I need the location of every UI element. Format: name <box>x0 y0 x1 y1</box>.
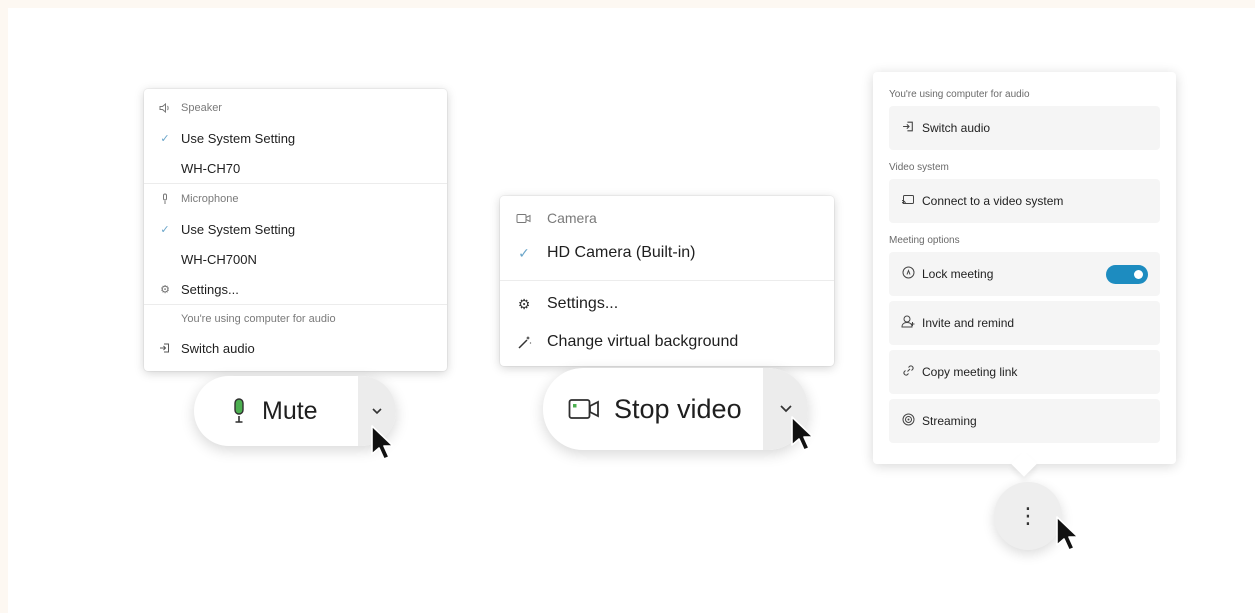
microphone-header: Microphone <box>144 184 447 214</box>
lock-meeting-toggle[interactable] <box>1106 265 1148 284</box>
streaming-icon <box>901 413 915 429</box>
mute-control: Mute <box>194 376 396 446</box>
switch-audio-icon <box>158 342 172 354</box>
speaker-header: Speaker <box>144 93 447 123</box>
stop-video-label: Stop video <box>614 393 742 424</box>
speaker-icon <box>158 103 172 113</box>
camera-header: Camera <box>500 202 834 234</box>
speaker-option-device[interactable]: WH-CH70 <box>144 153 447 183</box>
link-icon <box>901 364 915 380</box>
speaker-option-system[interactable]: ✓ Use System Setting <box>144 123 447 153</box>
cast-icon <box>901 194 915 209</box>
stop-video-button[interactable]: Stop video <box>543 368 763 450</box>
virtual-background-item[interactable]: Change virtual background <box>500 323 834 361</box>
audio-section-label: You're using computer for audio <box>889 88 1030 100</box>
mouse-cursor-icon <box>1056 516 1079 551</box>
mouse-cursor-icon <box>791 416 814 451</box>
more-options-button[interactable]: ⋮ <box>994 482 1062 550</box>
microphone-option-system[interactable]: ✓ Use System Setting <box>144 214 447 244</box>
copy-link-label: Copy meeting link <box>922 365 1018 379</box>
invite-remind-option[interactable]: Invite and remind <box>889 301 1160 345</box>
connect-video-label: Connect to a video system <box>922 194 1064 208</box>
audio-settings-label: Settings... <box>181 281 239 297</box>
speaker-option-label: Use System Setting <box>181 130 296 146</box>
mute-button[interactable]: Mute <box>194 376 358 446</box>
video-options-menu: Camera ✓ HD Camera (Built-in) ⚙ Settings… <box>500 196 834 366</box>
switch-audio-label: Switch audio <box>181 340 255 356</box>
audio-settings-item[interactable]: ⚙ Settings... <box>144 274 447 304</box>
microphone-icon <box>158 193 172 205</box>
streaming-label: Streaming <box>922 414 977 428</box>
microphone-option-device[interactable]: WH-CH700N <box>144 244 447 274</box>
video-camera-icon <box>568 398 600 420</box>
camera-option-builtin[interactable]: ✓ HD Camera (Built-in) <box>500 234 834 272</box>
video-section-label: Video system <box>889 161 949 173</box>
lock-icon <box>901 266 915 282</box>
speaker-option-label: WH-CH70 <box>181 160 241 176</box>
mute-label: Mute <box>262 396 318 425</box>
microphone-option-label: WH-CH700N <box>181 251 257 267</box>
camera-icon <box>516 213 532 224</box>
microphone-option-label: Use System Setting <box>181 221 296 237</box>
check-icon: ✓ <box>160 132 170 145</box>
invite-person-icon <box>901 315 915 331</box>
camera-header-label: Camera <box>547 210 597 226</box>
video-settings-label: Settings... <box>547 295 619 312</box>
invite-label: Invite and remind <box>922 316 1015 330</box>
meeting-section-label: Meeting options <box>889 234 960 246</box>
check-icon: ✓ <box>160 223 170 236</box>
virtual-background-label: Change virtual background <box>547 333 739 350</box>
video-control: Stop video <box>543 368 808 450</box>
streaming-option[interactable]: Streaming <box>889 399 1160 443</box>
more-vertical-icon: ⋮ <box>1017 503 1039 528</box>
gear-icon: ⚙ <box>517 295 531 312</box>
connect-video-system-option[interactable]: Connect to a video system <box>889 179 1160 223</box>
lock-meeting-option[interactable]: Lock meeting <box>889 252 1160 296</box>
copy-link-option[interactable]: Copy meeting link <box>889 350 1160 394</box>
check-icon: ✓ <box>518 244 530 261</box>
switch-audio-option[interactable]: Switch audio <box>889 106 1160 150</box>
audio-note: You're using computer for audio <box>181 313 336 325</box>
audio-options-menu: Speaker ✓ Use System Setting WH-CH70 Mic… <box>144 89 447 371</box>
meeting-options-panel: You're using computer for audio Switch a… <box>873 72 1176 477</box>
camera-option-label: HD Camera (Built-in) <box>547 244 696 261</box>
microphone-icon <box>232 398 246 424</box>
magic-wand-icon <box>516 335 532 350</box>
lock-meeting-label: Lock meeting <box>922 267 994 281</box>
speaker-header-label: Speaker <box>181 102 222 114</box>
switch-audio-icon <box>901 120 915 136</box>
gear-icon: ⚙ <box>160 283 170 296</box>
switch-audio-label: Switch audio <box>922 121 991 135</box>
video-settings-item[interactable]: ⚙ Settings... <box>500 285 834 323</box>
mouse-cursor-icon <box>371 425 394 460</box>
chevron-down-icon <box>371 402 383 420</box>
microphone-header-label: Microphone <box>181 193 239 205</box>
switch-audio-item[interactable]: Switch audio <box>144 333 447 363</box>
